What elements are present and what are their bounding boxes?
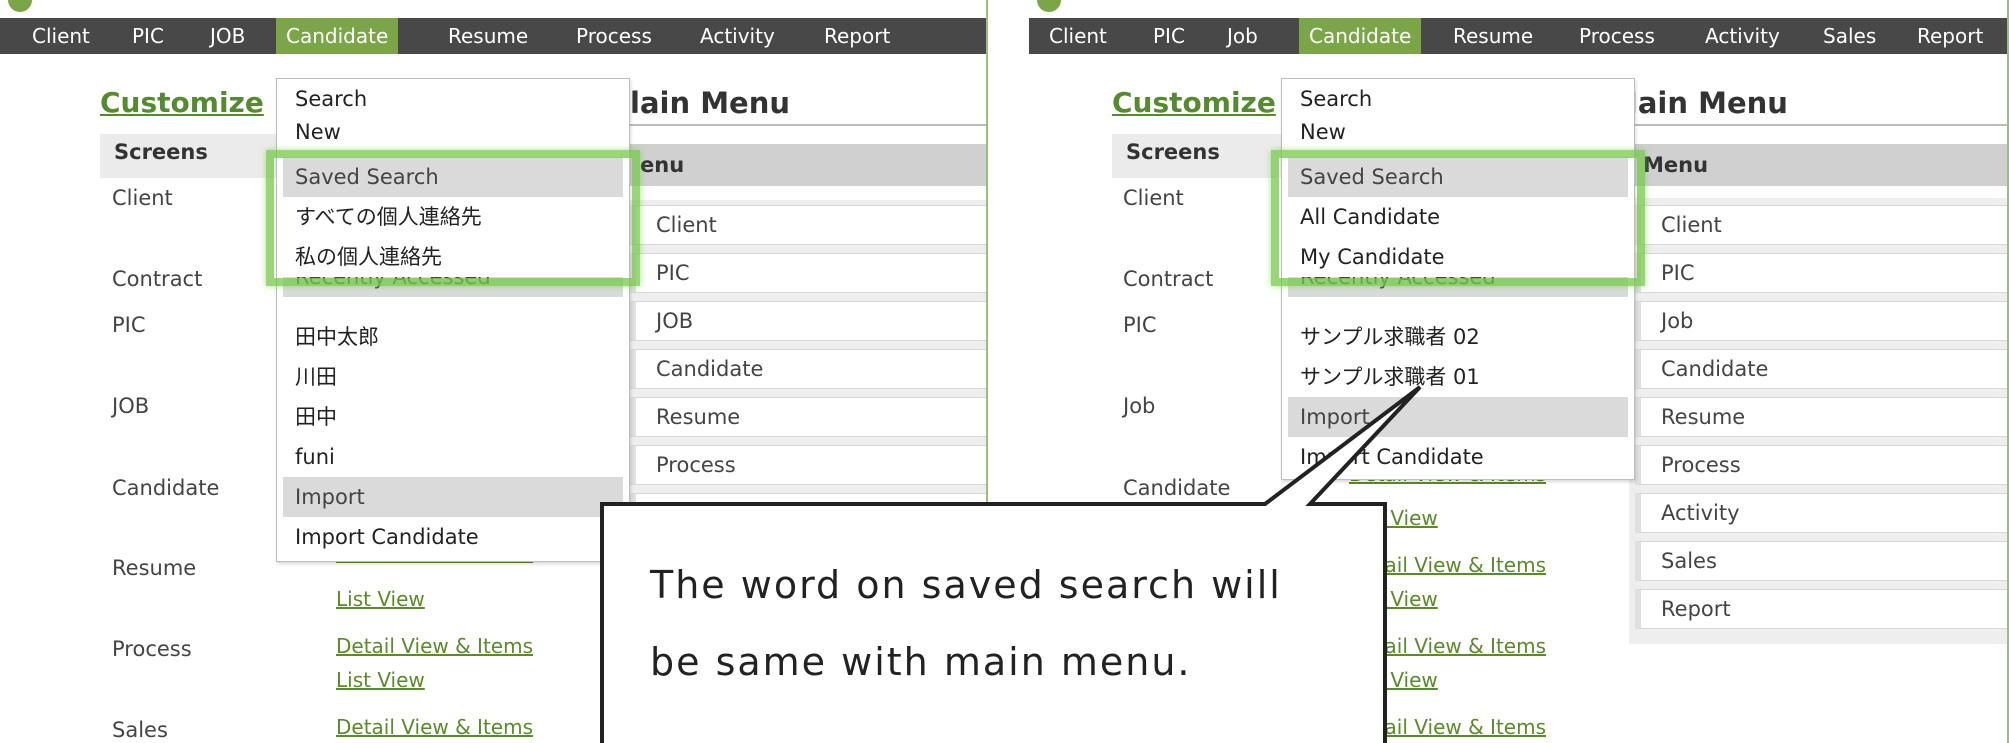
main-menu-header: Menu [1629, 144, 2009, 186]
dropdown-recent-item[interactable]: 田中 [283, 397, 623, 437]
dropdown-recent-item[interactable]: 田中太郎 [283, 317, 623, 357]
screen-process: Process [112, 637, 192, 661]
saved-search-highlight [266, 150, 640, 286]
logo-icon [8, 0, 32, 12]
screen-sales: Sales [112, 718, 168, 742]
link-process-detail[interactable]: Detail View & Items [336, 634, 533, 658]
saved-search-highlight [1271, 150, 1645, 286]
menu-report[interactable]: Report [1907, 18, 1993, 54]
header-strip [1029, 0, 2009, 18]
menu-report[interactable]: Report [814, 18, 900, 54]
screen-contract: Contract [1123, 267, 1214, 291]
screen-resume: Resume [112, 556, 197, 580]
main-menu-item-activity[interactable]: Activity [1635, 493, 2009, 533]
logo-icon [1037, 0, 1061, 12]
menu-job[interactable]: Job [1217, 18, 1268, 54]
menu-activity[interactable]: Activity [1695, 18, 1790, 54]
link-resume-list[interactable]: List View [1349, 587, 1438, 611]
screen-contract: Contract [112, 267, 203, 291]
customize-title[interactable]: Customize [1112, 86, 1276, 119]
link-process-detail[interactable]: Detail View & Items [1349, 634, 1546, 658]
dropdown-search[interactable]: Search [283, 79, 623, 119]
main-menu-item-candidate[interactable]: Candidate [630, 349, 988, 389]
main-menu-item-sales[interactable]: Sales [1635, 541, 2009, 581]
menu-sales[interactable]: Sales [1813, 18, 1886, 54]
left-screenshot-panel: Client PIC JOB Candidate Resume Process … [0, 0, 988, 743]
dropdown-recent-item[interactable]: サンプル求職者 02 [1288, 317, 1628, 357]
dropdown-recent-item[interactable]: サンプル求職者 01 [1288, 357, 1628, 397]
link-process-list[interactable]: List View [1349, 668, 1438, 692]
main-menubar: Client PIC JOB Candidate Resume Process … [0, 18, 988, 54]
main-menu-item-pic[interactable]: PIC [630, 253, 988, 293]
main-menu-divider [1629, 124, 2009, 126]
main-menu-item-process[interactable]: Process [1635, 445, 2009, 485]
screen-candidate: Candidate [112, 476, 220, 500]
link-sales-detail[interactable]: Detail View & Items [1349, 715, 1546, 739]
screens-header: Screens [100, 134, 280, 178]
callout-text-line2: be same with main menu. [650, 640, 1192, 684]
main-menu-header: enu [626, 144, 988, 186]
menu-client[interactable]: Client [22, 18, 100, 54]
main-menu-item-activity[interactable]: Activity [630, 493, 988, 533]
main-menu-item-resume[interactable]: Resume [1635, 397, 2009, 437]
link-resume-detail[interactable]: Detail View & Items [1349, 553, 1546, 577]
dropdown-import-header: Import [283, 477, 623, 517]
main-menu-item-pic[interactable]: PIC [1635, 253, 2009, 293]
screen-candidate: Candidate [1123, 476, 1231, 500]
dropdown-search[interactable]: Search [1288, 79, 1628, 119]
main-menubar: Client PIC Job Candidate Resume Process … [1029, 18, 2009, 54]
menu-process[interactable]: Process [566, 18, 662, 54]
header-strip [0, 0, 988, 18]
main-menu-title: Main Menu [1609, 86, 1788, 120]
main-menu-item-client[interactable]: Client [1635, 205, 2009, 245]
customize-title[interactable]: Customize [100, 86, 264, 119]
link-resume-list[interactable]: List View [336, 587, 425, 611]
menu-pic[interactable]: PIC [122, 18, 174, 54]
screen-client: Client [1123, 186, 1184, 210]
callout-text-line1: The word on saved search will [650, 563, 1282, 607]
link-sales-detail[interactable]: Detail View & Items [336, 715, 533, 739]
main-menu-title: lain Menu [630, 86, 791, 120]
dropdown-recent-item[interactable]: 川田 [283, 357, 623, 397]
menu-pic[interactable]: PIC [1143, 18, 1195, 54]
dropdown-import-candidate[interactable]: Import Candidate [283, 517, 623, 557]
dropdown-new[interactable]: New [1288, 121, 1628, 143]
screen-job: JOB [112, 394, 150, 418]
menu-client[interactable]: Client [1039, 18, 1117, 54]
dropdown-import-header: Import [1288, 397, 1628, 437]
link-process-list[interactable]: List View [336, 668, 425, 692]
main-menu-item-job[interactable]: JOB [630, 301, 988, 341]
menu-job[interactable]: JOB [200, 18, 255, 54]
menu-resume[interactable]: Resume [438, 18, 538, 54]
main-menu-item-client[interactable]: Client [630, 205, 988, 245]
dropdown-recent-item[interactable]: funi [283, 437, 623, 477]
dropdown-new[interactable]: New [283, 121, 623, 143]
panel-frame [986, 0, 988, 743]
menu-candidate[interactable]: Candidate [1299, 18, 1422, 54]
main-menu-item-report[interactable]: Report [1635, 589, 2009, 629]
menu-resume[interactable]: Resume [1443, 18, 1543, 54]
dropdown-import-candidate[interactable]: Import Candidate [1288, 437, 1628, 477]
screen-job: Job [1123, 394, 1156, 418]
menu-activity[interactable]: Activity [690, 18, 785, 54]
main-menu-item-process[interactable]: Process [630, 445, 988, 485]
main-menu-divider [626, 124, 988, 126]
menu-candidate[interactable]: Candidate [276, 18, 399, 54]
screen-sales: Sales [1123, 718, 1179, 742]
main-menu-item-resume[interactable]: Resume [630, 397, 988, 437]
screen-pic: PIC [1123, 313, 1157, 337]
menu-process[interactable]: Process [1569, 18, 1665, 54]
screen-pic: PIC [112, 313, 146, 337]
right-screenshot-panel: Client PIC Job Candidate Resume Process … [1029, 0, 2009, 743]
link-candidate-list[interactable]: List View [1349, 506, 1438, 530]
screen-client: Client [112, 186, 173, 210]
main-menu-item-candidate[interactable]: Candidate [1635, 349, 2009, 389]
main-menu-item-job[interactable]: Job [1635, 301, 2009, 341]
